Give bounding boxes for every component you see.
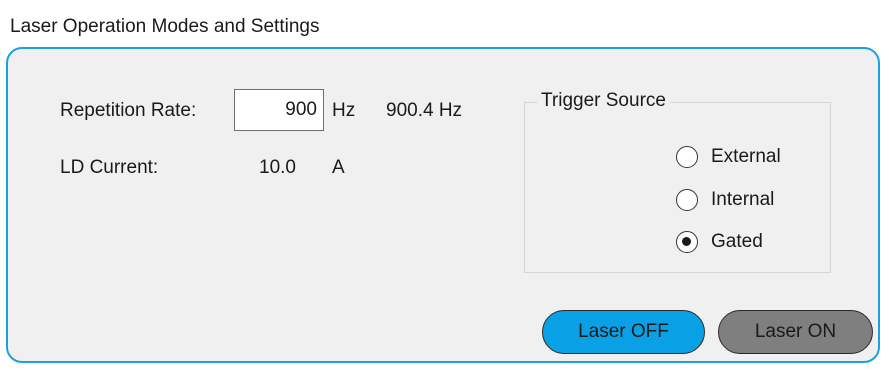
repetition-rate-readback: 900.4 Hz xyxy=(386,100,463,121)
radio-button-gated[interactable] xyxy=(676,231,698,253)
trigger-source-title: Trigger Source xyxy=(537,90,670,112)
trigger-option-label: Gated xyxy=(711,231,763,252)
ld-current-value: 10.0 xyxy=(259,157,296,178)
radio-button-external[interactable] xyxy=(676,146,698,168)
trigger-option-gated[interactable]: Gated xyxy=(676,231,763,253)
laser-off-button[interactable]: Laser OFF xyxy=(542,310,705,354)
laser-on-button[interactable]: Laser ON xyxy=(718,310,873,354)
trigger-option-external[interactable]: External xyxy=(676,146,781,168)
ld-current-unit: A xyxy=(332,157,345,178)
repetition-rate-label: Repetition Rate: xyxy=(60,100,197,121)
group-title: Laser Operation Modes and Settings xyxy=(10,16,320,37)
ld-current-label: LD Current: xyxy=(60,157,159,178)
trigger-option-label: External xyxy=(711,146,781,167)
repetition-rate-unit: Hz xyxy=(332,100,356,121)
repetition-rate-input[interactable] xyxy=(234,89,324,131)
radio-button-internal[interactable] xyxy=(676,189,698,211)
settings-panel: Repetition Rate: Hz 900.4 Hz LD Current:… xyxy=(6,47,880,363)
trigger-option-internal[interactable]: Internal xyxy=(676,189,774,211)
trigger-option-label: Internal xyxy=(711,189,775,210)
laser-settings-window: Laser Operation Modes and Settings Repet… xyxy=(0,0,889,372)
